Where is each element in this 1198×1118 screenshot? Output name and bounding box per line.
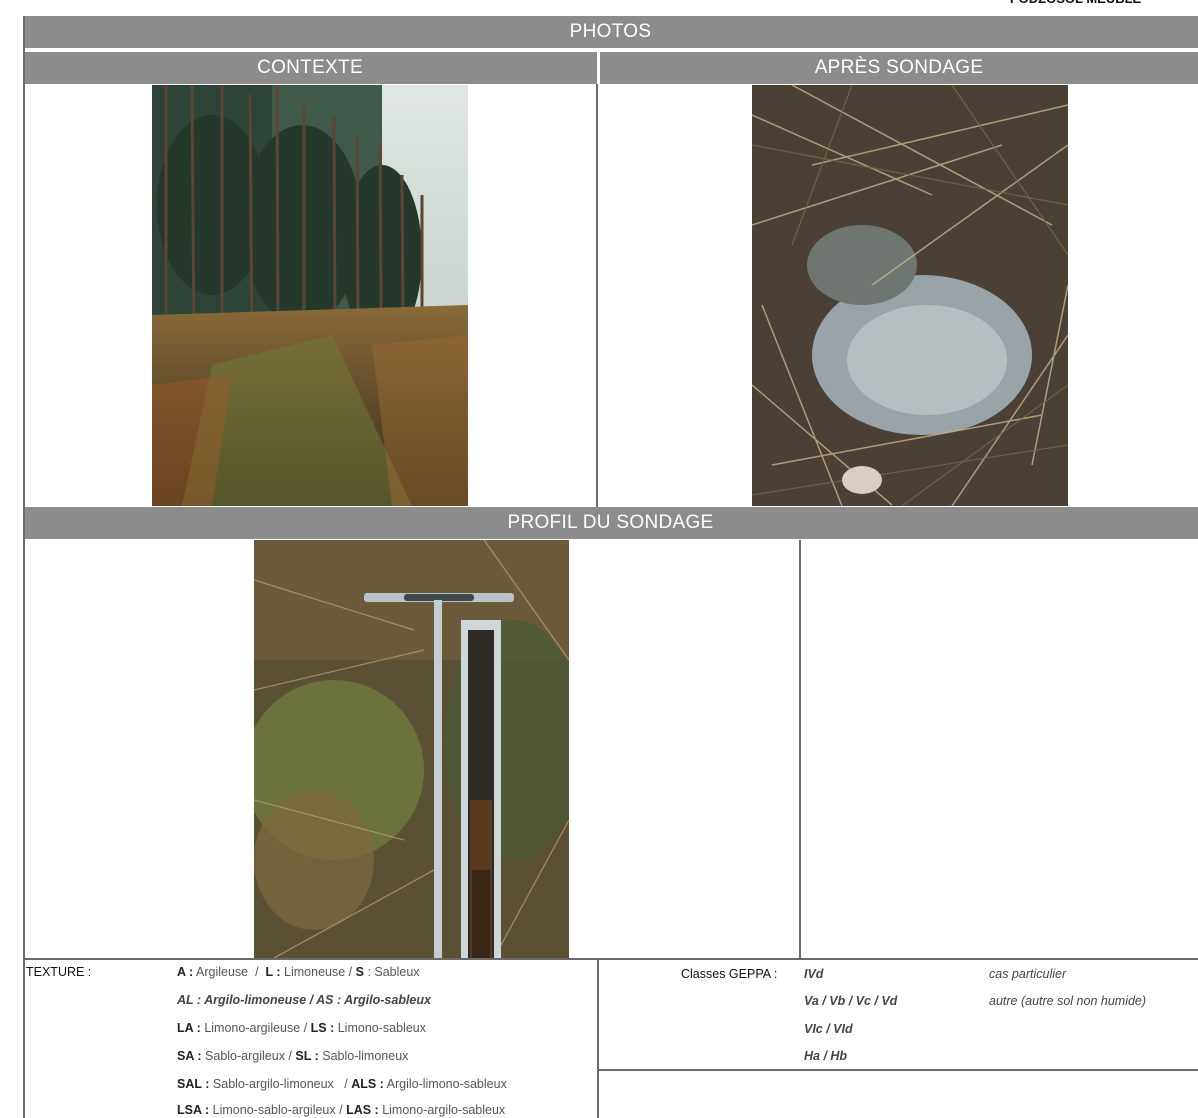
geppa-class-2: Va / Vb / Vc / Vd: [804, 994, 898, 1008]
texture-name: Limono-sablo-argileux: [212, 1103, 336, 1117]
texture-code: L :: [265, 965, 281, 979]
texture-name: Sablo-limoneux: [322, 1049, 409, 1063]
geppa-other-1: cas particulier: [989, 967, 1067, 981]
geppa-label: Classes GEPPA :: [681, 967, 778, 981]
texture-name: Limono-argileuse: [204, 1021, 301, 1035]
apres-sondage-header-label: APRÈS SONDAGE: [814, 57, 984, 78]
texture-name: Limono-argilo-sableux: [382, 1103, 506, 1117]
texture-row-2: AL : Argilo-limoneuse / AS : Argilo-sabl…: [177, 993, 431, 1007]
photos-header: PHOTOS: [23, 16, 1198, 48]
texture-name: : Sableux: [367, 965, 420, 979]
geppa-class-1: IVd: [804, 967, 824, 981]
texture-code: SAL :: [177, 1077, 210, 1091]
texture-name: Argileuse: [196, 965, 249, 979]
texture-name: Sablo-argileux: [205, 1049, 285, 1063]
contexte-header: CONTEXTE: [23, 52, 597, 84]
texture-label: TEXTURE :: [26, 965, 92, 979]
texture-code: ALS :: [351, 1077, 384, 1091]
photos-header-label: PHOTOS: [569, 21, 652, 42]
texture-code: SA :: [177, 1049, 202, 1063]
texture-row-6: LSA : Limono-sablo-argileux / LAS : Limo…: [177, 1103, 506, 1117]
profil-divider: [799, 540, 801, 958]
texture-row-5: SAL : Sablo-argilo-limoneux / ALS : Argi…: [177, 1077, 507, 1091]
texture-row-4: SA : Sablo-argileux / SL : Sablo-limoneu…: [177, 1049, 409, 1063]
texture-name: Argilo-limono-sableux: [386, 1077, 507, 1091]
legend-top-line: [23, 958, 1198, 960]
profil-photo: [254, 540, 569, 958]
texture-code: LSA :: [177, 1103, 210, 1117]
left-border: [23, 16, 25, 1118]
contexte-header-label: CONTEXTE: [257, 57, 363, 78]
texture-code: LAS :: [346, 1103, 379, 1117]
texture-row-1: A : Argileuse / L : Limoneuse / S : Sabl…: [177, 965, 420, 979]
texture-row-3: LA : Limono-argileuse / LS : Limono-sabl…: [177, 1021, 426, 1035]
texture-name: Limono-sableux: [337, 1021, 426, 1035]
texture-code: A :: [177, 965, 194, 979]
legend-divider: [597, 960, 599, 1118]
texture-code: SL :: [295, 1049, 319, 1063]
profil-sondage-header-label: PROFIL DU SONDAGE: [507, 512, 714, 533]
texture-name: Limoneuse: [284, 965, 346, 979]
contexte-photo: [152, 85, 468, 506]
texture-name: Sablo-argilo-limoneux: [212, 1077, 334, 1091]
texture-code: S: [355, 965, 364, 979]
geppa-bottom-line: [598, 1069, 1198, 1071]
geppa-class-3: VIc / VId: [804, 1022, 853, 1036]
document-title: PODZOSOL MEUBLE: [1010, 0, 1198, 9]
texture-code: LS :: [310, 1021, 335, 1035]
apres-sondage-photo: [752, 85, 1068, 506]
geppa-class-4: Ha / Hb: [804, 1049, 848, 1063]
photos-divider: [596, 84, 598, 507]
geppa-other-2: autre (autre sol non humide): [989, 994, 1147, 1008]
apres-sondage-header: APRÈS SONDAGE: [600, 52, 1198, 84]
profil-sondage-header: PROFIL DU SONDAGE: [23, 507, 1198, 539]
texture-code: LA :: [177, 1021, 201, 1035]
